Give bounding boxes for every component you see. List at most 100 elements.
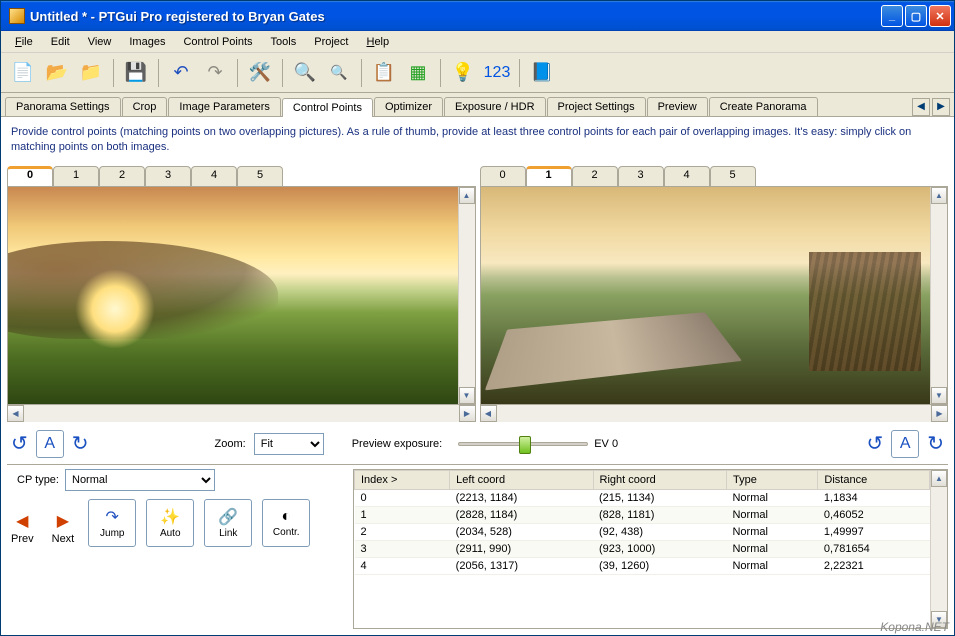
menu-file[interactable]: File — [7, 34, 41, 50]
table-row[interactable]: 4(2056, 1317)(39, 1260)Normal2,22321 — [355, 557, 930, 574]
scroll-right-icon[interactable]: ▶ — [931, 405, 948, 422]
scroll-left-icon[interactable]: ◀ — [7, 405, 24, 422]
grid-icon[interactable]: ▦ — [402, 56, 434, 90]
next-button[interactable]: ▶ Next — [48, 509, 79, 547]
menu-images[interactable]: Images — [121, 34, 173, 50]
image-tab-0[interactable]: 0 — [7, 166, 53, 186]
image-tab-2[interactable]: 2 — [99, 166, 145, 186]
image-tab-2[interactable]: 2 — [572, 166, 618, 186]
help-text: Provide control points (matching points … — [1, 117, 954, 164]
tabs-scroll-right[interactable]: ▶ — [932, 98, 950, 116]
save-icon[interactable]: 💾 — [120, 56, 152, 90]
menu-project[interactable]: Project — [306, 34, 356, 50]
zoom-out-icon[interactable]: 🔍 — [323, 56, 355, 90]
rotate-cw-left-button[interactable]: ↻ — [72, 431, 89, 456]
table-row[interactable]: 2(2034, 528)(92, 438)Normal1,49997 — [355, 523, 930, 540]
help-icon[interactable]: 📘 — [526, 56, 558, 90]
jump-icon: ↷ — [106, 507, 119, 527]
close-button[interactable]: ✕ — [929, 5, 951, 27]
rotate-cw-right-button[interactable]: ↻ — [927, 431, 944, 456]
scroll-up-icon[interactable]: ▲ — [931, 187, 947, 204]
scroll-up-icon[interactable]: ▲ — [931, 470, 947, 487]
zoom-in-icon[interactable]: 🔍 — [289, 56, 321, 90]
contrast-button[interactable]: ◐ Contr. — [262, 499, 310, 547]
minimize-button[interactable]: _ — [881, 5, 903, 27]
left-image-view[interactable] — [8, 187, 458, 404]
image-tab-4[interactable]: 4 — [664, 166, 710, 186]
image-tab-5[interactable]: 5 — [710, 166, 756, 186]
tab-optimizer[interactable]: Optimizer — [374, 97, 443, 116]
link-button[interactable]: 🔗 Link — [204, 499, 252, 547]
tab-crop[interactable]: Crop — [122, 97, 168, 116]
table-scrollbar-v[interactable]: ▲ ▼ — [930, 470, 947, 628]
zoom-select[interactable]: Fit — [254, 433, 324, 455]
column-header[interactable]: Distance — [818, 470, 930, 489]
menu-tools[interactable]: Tools — [263, 34, 305, 50]
right-scrollbar-v[interactable]: ▲ ▼ — [930, 187, 947, 404]
menu-control-points[interactable]: Control Points — [175, 34, 260, 50]
image-tab-1[interactable]: 1 — [53, 166, 99, 186]
control-points-table[interactable]: Index >Left coordRight coordTypeDistance… — [354, 470, 930, 628]
table-row[interactable]: 3(2911, 990)(923, 1000)Normal0,781654 — [355, 540, 930, 557]
new-project-icon[interactable]: 📄 — [7, 56, 39, 90]
numbers-toggle[interactable]: 123 — [481, 56, 513, 90]
image-tab-3[interactable]: 3 — [618, 166, 664, 186]
arrow-right-icon: ▶ — [57, 511, 69, 531]
undo-icon[interactable]: ↶ — [165, 56, 197, 90]
exposure-slider[interactable] — [458, 442, 588, 446]
column-header[interactable]: Right coord — [593, 470, 726, 489]
column-header[interactable]: Index > — [355, 470, 450, 489]
image-tab-1[interactable]: 1 — [526, 166, 572, 186]
tab-project-settings[interactable]: Project Settings — [547, 97, 646, 116]
prev-button[interactable]: ◀ Prev — [7, 509, 38, 547]
right-scrollbar-h[interactable]: ◀ ▶ — [480, 405, 949, 422]
hint-icon[interactable]: 💡 — [447, 56, 479, 90]
scroll-up-icon[interactable]: ▲ — [459, 187, 475, 204]
table-row[interactable]: 1(2828, 1184)(828, 1181)Normal0,46052 — [355, 506, 930, 523]
tab-create-panorama[interactable]: Create Panorama — [709, 97, 818, 116]
cp-type-select[interactable]: Normal — [65, 469, 215, 491]
tabs-scroll-left[interactable]: ◀ — [912, 98, 930, 116]
jump-button[interactable]: ↷ Jump — [88, 499, 136, 547]
tab-panorama-settings[interactable]: Panorama Settings — [5, 97, 121, 116]
right-image-view[interactable] — [481, 187, 931, 404]
left-scrollbar-h[interactable]: ◀ ▶ — [7, 405, 476, 422]
tab-preview[interactable]: Preview — [647, 97, 708, 116]
menu-edit[interactable]: Edit — [43, 34, 78, 50]
auto-left-button[interactable]: A — [36, 430, 64, 458]
left-scrollbar-v[interactable]: ▲ ▼ — [458, 187, 475, 404]
maximize-button[interactable]: ▢ — [905, 5, 927, 27]
titlebar: Untitled * - PTGui Pro registered to Bry… — [1, 1, 954, 31]
rotate-ccw-right-button[interactable]: ↺ — [866, 431, 883, 456]
scroll-down-icon[interactable]: ▼ — [931, 611, 947, 628]
exposure-slider-thumb[interactable] — [519, 436, 531, 454]
open-project-icon[interactable]: 📂 — [41, 56, 73, 90]
rotate-ccw-left-button[interactable]: ↺ — [11, 431, 28, 456]
tab-image-parameters[interactable]: Image Parameters — [168, 97, 280, 116]
tab-exposure-hdr[interactable]: Exposure / HDR — [444, 97, 545, 116]
link-icon: 🔗 — [218, 507, 238, 527]
image-tab-0[interactable]: 0 — [480, 166, 526, 186]
scroll-down-icon[interactable]: ▼ — [459, 387, 475, 404]
table-row[interactable]: 0(2213, 1184)(215, 1134)Normal1,1834 — [355, 489, 930, 506]
menubar: File Edit View Images Control Points Too… — [1, 31, 954, 53]
add-images-icon[interactable]: 📁 — [75, 56, 107, 90]
auto-right-button[interactable]: A — [891, 430, 919, 458]
column-header[interactable]: Left coord — [450, 470, 593, 489]
menu-help[interactable]: Help — [358, 34, 397, 50]
tab-control-points[interactable]: Control Points — [282, 98, 373, 117]
auto-button[interactable]: ✨ Auto — [146, 499, 194, 547]
redo-icon[interactable]: ↷ — [199, 56, 231, 90]
cp-type-label: CP type: — [17, 474, 59, 486]
column-header[interactable]: Type — [726, 470, 817, 489]
image-tab-4[interactable]: 4 — [191, 166, 237, 186]
image-tab-3[interactable]: 3 — [145, 166, 191, 186]
toolbar: 📄 📂 📁 💾 ↶ ↷ 🛠️ 🔍 🔍 📋 ▦ 💡 123 📘 — [1, 53, 954, 93]
scroll-right-icon[interactable]: ▶ — [459, 405, 476, 422]
image-tab-5[interactable]: 5 — [237, 166, 283, 186]
menu-view[interactable]: View — [80, 34, 120, 50]
copy-icon[interactable]: 📋 — [368, 56, 400, 90]
scroll-down-icon[interactable]: ▼ — [931, 387, 947, 404]
tools-icon[interactable]: 🛠️ — [244, 56, 276, 90]
scroll-left-icon[interactable]: ◀ — [480, 405, 497, 422]
